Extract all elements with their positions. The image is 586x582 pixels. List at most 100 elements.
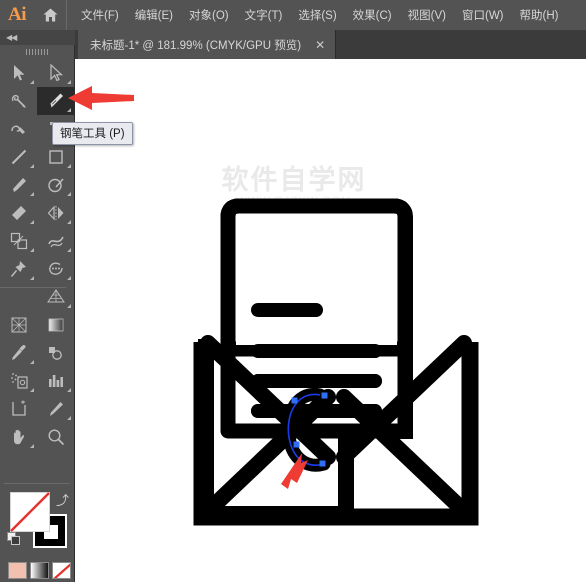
swatch-color[interactable] xyxy=(8,562,27,579)
flyout-indicator xyxy=(30,388,34,392)
menu-view[interactable]: 视图(V) xyxy=(400,0,454,30)
none-slash-small-icon xyxy=(53,563,70,578)
tool-blob[interactable] xyxy=(37,255,74,283)
tool-zoom[interactable] xyxy=(37,423,74,451)
eyedropper-icon xyxy=(11,344,26,360)
pen-icon xyxy=(50,93,63,108)
flyout-indicator xyxy=(30,192,34,196)
swatch-none[interactable] xyxy=(52,562,71,579)
tool-rotate[interactable] xyxy=(37,199,74,227)
arrow-solid-icon xyxy=(13,65,24,81)
artboard-icon xyxy=(11,400,26,416)
app-logo-icon: Ai xyxy=(8,4,27,25)
tool-symbol-sprayer[interactable] xyxy=(0,367,37,395)
gradient-icon xyxy=(48,318,63,332)
menu-type[interactable]: 文字(T) xyxy=(237,0,291,30)
paintbrush-icon xyxy=(12,178,26,192)
menu-edit[interactable]: 编辑(E) xyxy=(127,0,181,30)
shape-builder-icon xyxy=(47,178,64,193)
flyout-indicator xyxy=(67,416,71,420)
warp-icon xyxy=(47,236,64,248)
none-slash-icon xyxy=(10,492,50,532)
fill-swatch[interactable] xyxy=(10,492,50,532)
tool-blend[interactable] xyxy=(37,339,74,367)
open-envelope-artwork[interactable] xyxy=(76,59,586,582)
menu-window[interactable]: 窗口(W) xyxy=(454,0,512,30)
document-tab[interactable]: 未标题-1* @ 181.99% (CMYK/GPU 预览) ✕ xyxy=(78,30,337,59)
flyout-indicator xyxy=(67,388,71,392)
panel-drag-handle[interactable] xyxy=(0,45,75,59)
menu-select[interactable]: 选择(S) xyxy=(290,0,344,30)
flyout-indicator xyxy=(67,164,71,168)
tool-slice[interactable] xyxy=(37,395,74,423)
bar-chart-icon xyxy=(48,375,63,387)
color-section-divider xyxy=(4,483,70,484)
flyout-indicator xyxy=(67,108,71,112)
tool-eyedropper[interactable] xyxy=(0,339,37,367)
tool-direct-selection[interactable] xyxy=(37,59,74,87)
tool-eraser[interactable] xyxy=(0,199,37,227)
flyout-indicator xyxy=(30,360,34,364)
tool-rectangle[interactable] xyxy=(37,143,74,171)
illustrator-window: Ai 文件(F) 编辑(E) 对象(O) 文字(T) 选择(S) 效果(C) 视… xyxy=(0,0,586,582)
tool-mesh[interactable] xyxy=(0,311,37,339)
tool-perspective-grid[interactable] xyxy=(37,283,74,311)
panel-collapse-button[interactable]: ◀◀ xyxy=(0,30,75,45)
tool-shape-builder[interactable] xyxy=(37,171,74,199)
perspective-grid-icon xyxy=(46,289,65,303)
close-icon[interactable]: ✕ xyxy=(315,39,325,51)
blend-icon xyxy=(48,347,62,360)
tool-free-transform[interactable] xyxy=(0,255,37,283)
menu-effect[interactable]: 效果(C) xyxy=(345,0,400,30)
tool-selection[interactable] xyxy=(0,59,37,87)
tool-artboard[interactable] xyxy=(0,395,37,423)
document-tab-title: 未标题-1* @ 181.99% (CMYK/GPU 预览) xyxy=(90,39,302,52)
tool-width[interactable] xyxy=(37,227,74,255)
flyout-indicator xyxy=(67,220,71,224)
tool-magic-wand[interactable] xyxy=(0,87,37,115)
swap-arrows-icon[interactable]: ⤴ xyxy=(56,490,69,509)
tool-paintbrush[interactable] xyxy=(0,171,37,199)
tool-tooltip: 钢笔工具 (P) xyxy=(52,122,133,145)
flyout-indicator xyxy=(67,304,71,308)
default-colors-icon[interactable] xyxy=(7,532,21,546)
canvas-area[interactable]: 软件自学网 WWW.RJZXW.COM xyxy=(76,59,586,582)
menu-help[interactable]: 帮助(H) xyxy=(512,0,567,30)
flyout-indicator xyxy=(30,220,34,224)
document-tab-bar: 未标题-1* @ 181.99% (CMYK/GPU 预览) ✕ xyxy=(0,30,586,59)
arrow-outline-icon xyxy=(49,63,63,82)
scale-icon xyxy=(10,232,27,250)
menu-item-list: 文件(F) 编辑(E) 对象(O) 文字(T) 选择(S) 效果(C) 视图(V… xyxy=(73,0,566,30)
swatch-gradient[interactable] xyxy=(30,562,49,579)
flyout-indicator xyxy=(30,80,34,84)
lasso-dots-icon xyxy=(48,262,63,275)
menu-file[interactable]: 文件(F) xyxy=(73,0,127,30)
flyout-indicator xyxy=(67,80,71,84)
flyout-indicator xyxy=(30,444,34,448)
magnifier-icon xyxy=(47,429,64,446)
flyout-indicator xyxy=(30,164,34,168)
magic-wand-icon xyxy=(11,95,26,108)
flyout-indicator xyxy=(67,248,71,252)
tool-curvature[interactable] xyxy=(0,115,37,143)
menu-bar: Ai 文件(F) 编辑(E) 对象(O) 文字(T) 选择(S) 效果(C) 视… xyxy=(0,0,586,30)
tool-line-segment[interactable] xyxy=(0,143,37,171)
flyout-indicator xyxy=(67,192,71,196)
slice-knife-icon xyxy=(49,402,63,416)
flyout-indicator xyxy=(30,248,34,252)
tool-hand[interactable] xyxy=(0,423,37,451)
grip-dots-icon xyxy=(25,49,50,55)
tool-gradient[interactable] xyxy=(37,311,74,339)
tools-panel: ◀◀ ⤴ xyxy=(0,30,75,582)
flyout-indicator xyxy=(30,276,34,280)
tool-pen[interactable] xyxy=(37,87,74,115)
eraser-icon xyxy=(11,206,26,220)
menu-object[interactable]: 对象(O) xyxy=(181,0,237,30)
none-indicator xyxy=(10,492,50,532)
home-icon[interactable] xyxy=(34,0,66,30)
rectangle-icon xyxy=(48,150,63,164)
tool-column-graph[interactable] xyxy=(37,367,74,395)
tool-scale[interactable] xyxy=(0,227,37,255)
pushpin-icon xyxy=(10,261,26,277)
mesh-icon xyxy=(11,317,26,333)
